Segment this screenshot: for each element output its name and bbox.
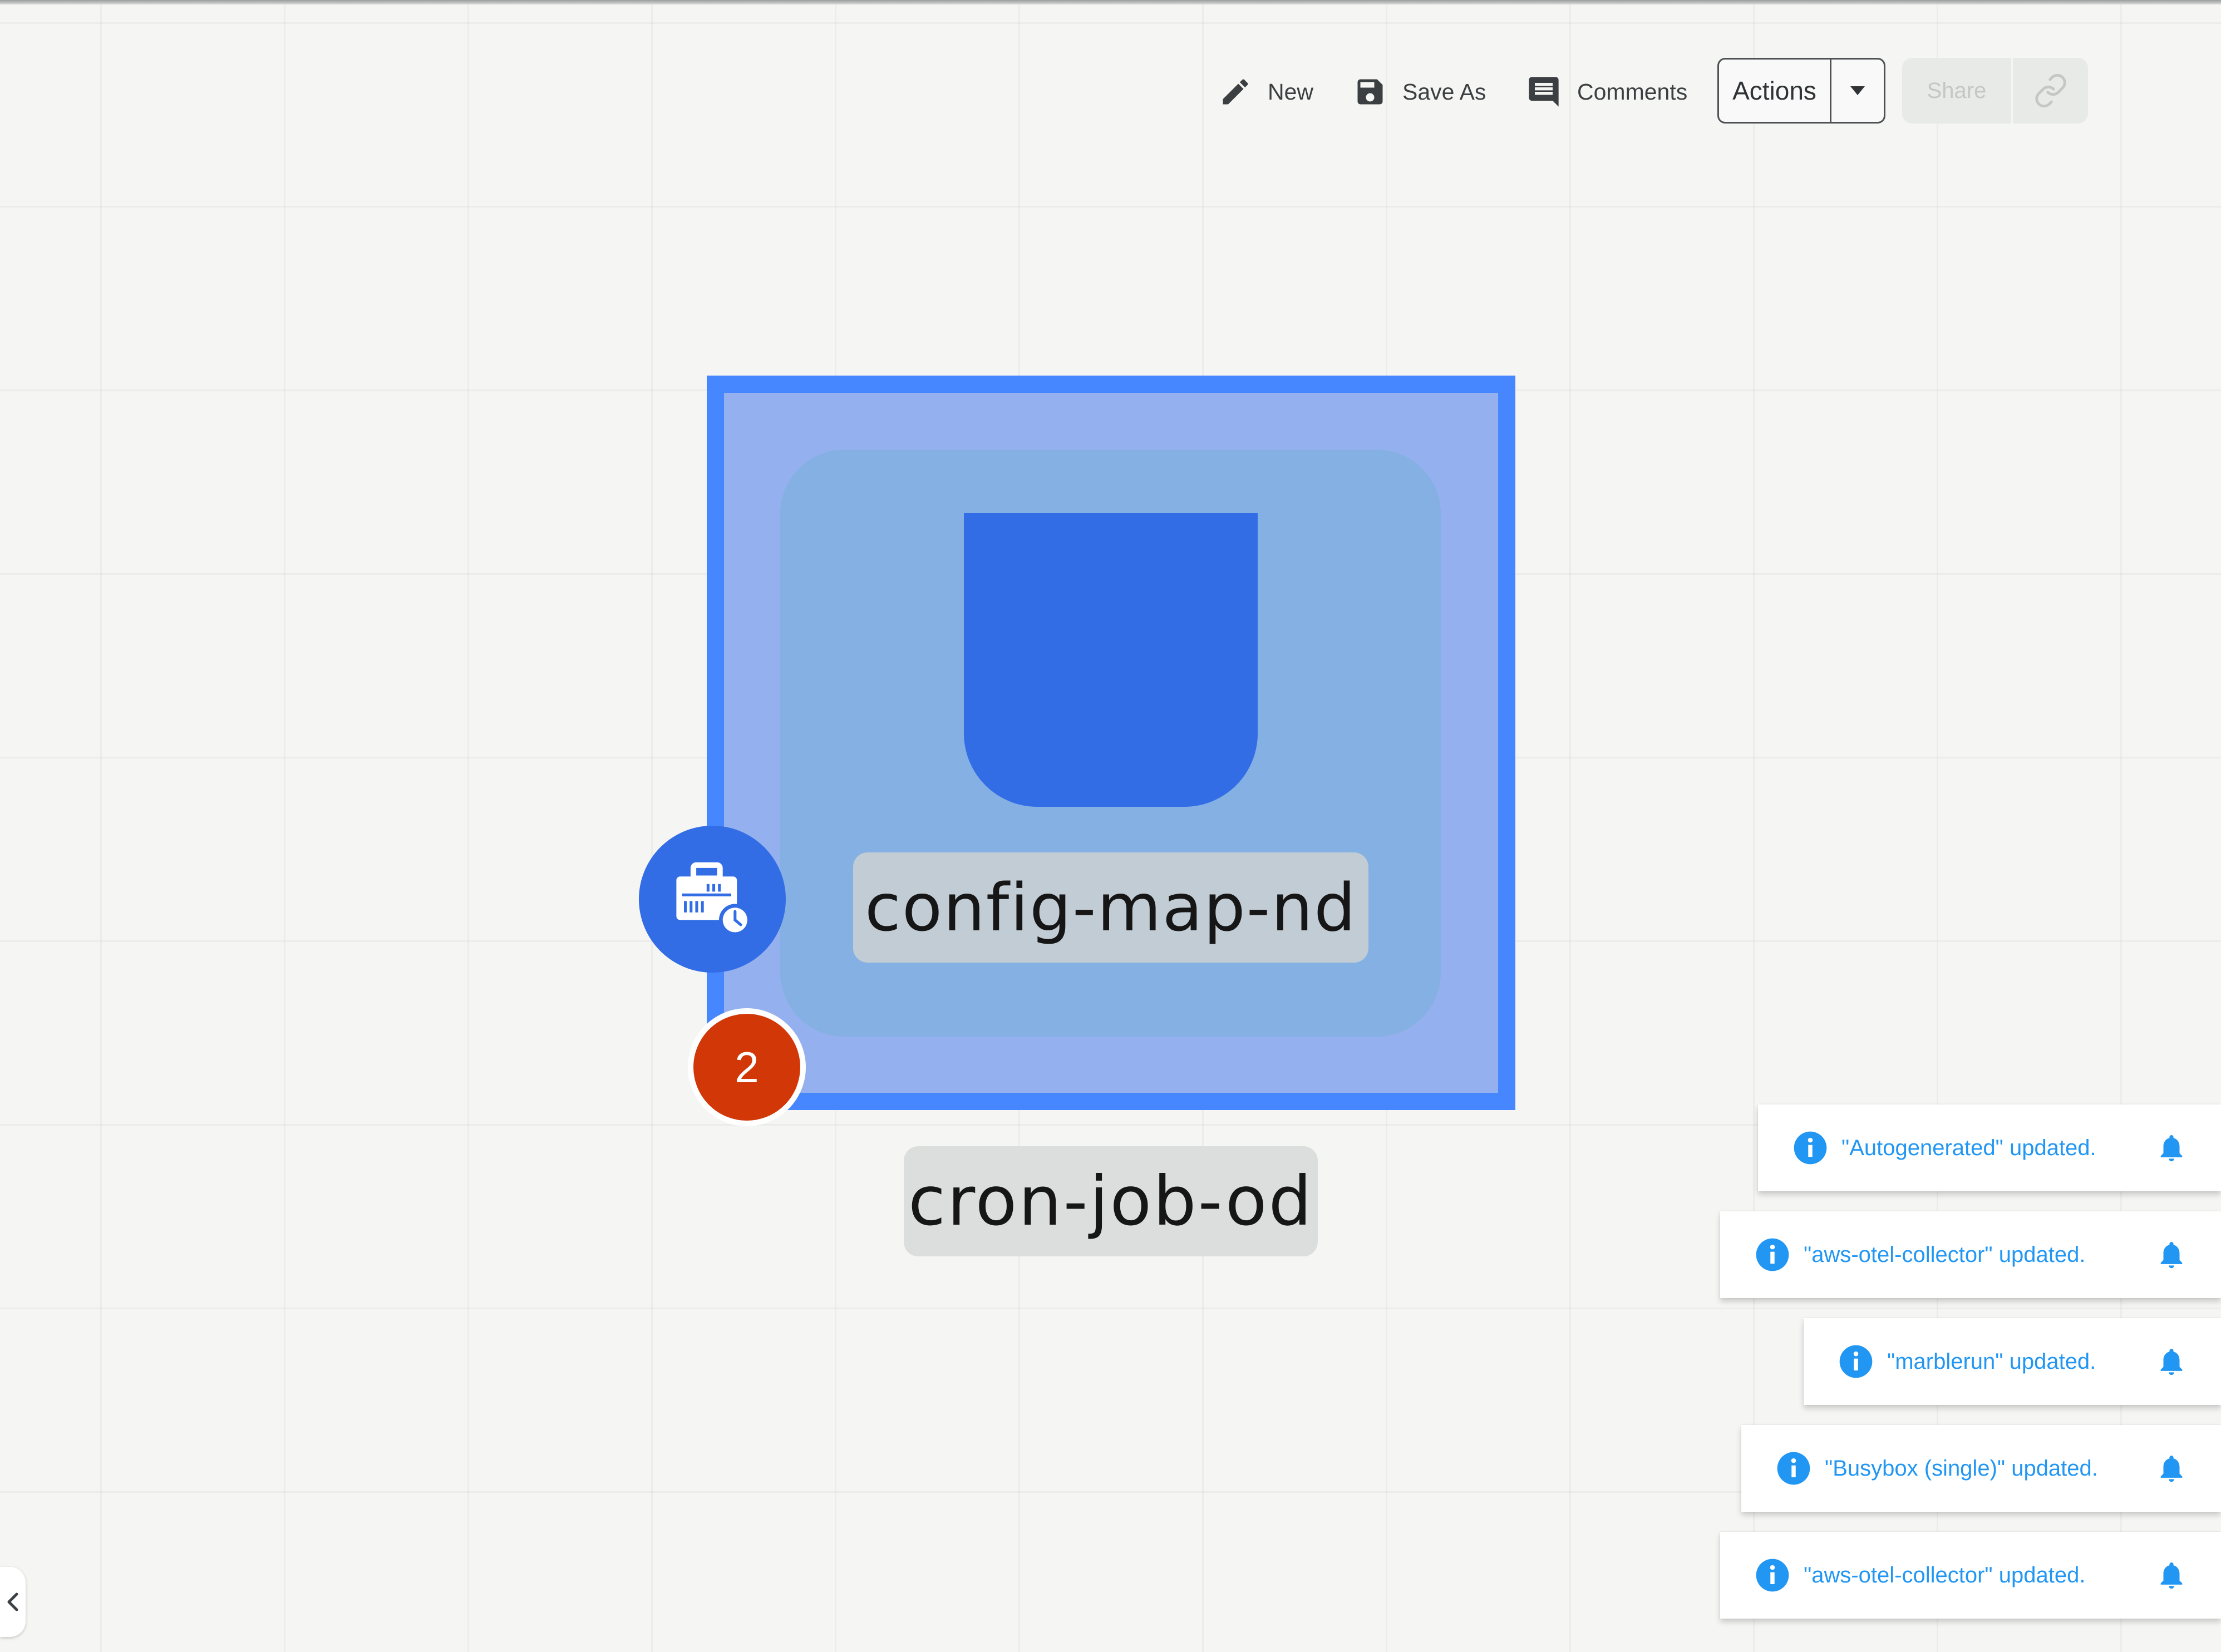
notification-count-badge[interactable]: 2 <box>688 1008 806 1126</box>
info-icon <box>1794 1131 1827 1165</box>
info-icon <box>1839 1345 1873 1378</box>
config-map-shape <box>964 513 1258 807</box>
bell-icon[interactable] <box>2155 1132 2188 1164</box>
info-icon <box>1756 1559 1789 1592</box>
notification-text: "aws-otel-collector" updated. <box>1804 1562 2086 1587</box>
cron-job-type-badge <box>639 826 786 973</box>
info-icon <box>1756 1238 1789 1271</box>
sidebar-toggle-button[interactable] <box>0 1567 26 1637</box>
notification-text: "Busybox (single)" updated. <box>1825 1456 2098 1481</box>
actions-button[interactable]: Actions <box>1719 60 1831 122</box>
bell-icon[interactable] <box>2155 1559 2188 1591</box>
config-map-label: config-map-nd <box>853 852 1368 963</box>
save-as-label: Save As <box>1402 78 1486 105</box>
top-edge <box>0 0 2221 4</box>
share-button-group: Share <box>1902 58 2088 124</box>
info-icon <box>1777 1452 1810 1485</box>
bell-icon[interactable] <box>2155 1239 2188 1271</box>
design-canvas[interactable]: New Save As Comments Actions Share confi… <box>0 0 2221 1652</box>
notification-toast[interactable]: "Busybox (single)" updated. <box>1741 1425 2221 1512</box>
notification-toast[interactable]: "Autogenerated" updated. <box>1758 1104 2221 1191</box>
bell-icon[interactable] <box>2155 1345 2188 1378</box>
notification-text: "aws-otel-collector" updated. <box>1804 1242 2086 1267</box>
chevron-left-icon <box>7 1592 18 1611</box>
cron-job-icon <box>676 862 751 936</box>
new-button[interactable]: New <box>1219 67 1313 117</box>
cron-job-label: cron-job-od <box>904 1146 1318 1256</box>
notification-text: "Autogenerated" updated. <box>1841 1135 2096 1160</box>
copy-link-button[interactable] <box>2013 58 2088 124</box>
actions-dropdown-button[interactable] <box>1831 60 1884 122</box>
comments-button[interactable]: Comments <box>1526 67 1687 117</box>
new-label: New <box>1268 78 1314 105</box>
share-button[interactable]: Share <box>1902 58 2013 124</box>
notification-toast[interactable]: "aws-otel-collector" updated. <box>1720 1211 2221 1298</box>
caret-down-icon <box>1850 86 1865 95</box>
comment-icon <box>1529 77 1559 107</box>
notification-text: "marblerun" updated. <box>1887 1349 2096 1374</box>
actions-button-group: Actions <box>1717 58 1885 124</box>
floppy-disk-icon <box>1357 79 1383 105</box>
pencil-icon <box>1223 79 1248 105</box>
bell-icon[interactable] <box>2155 1452 2188 1485</box>
save-as-button[interactable]: Save As <box>1353 67 1486 117</box>
link-icon <box>2035 73 2066 108</box>
notification-toast[interactable]: "marblerun" updated. <box>1804 1318 2221 1405</box>
notification-toast[interactable]: "aws-otel-collector" updated. <box>1720 1532 2221 1619</box>
comments-label: Comments <box>1577 78 1688 105</box>
